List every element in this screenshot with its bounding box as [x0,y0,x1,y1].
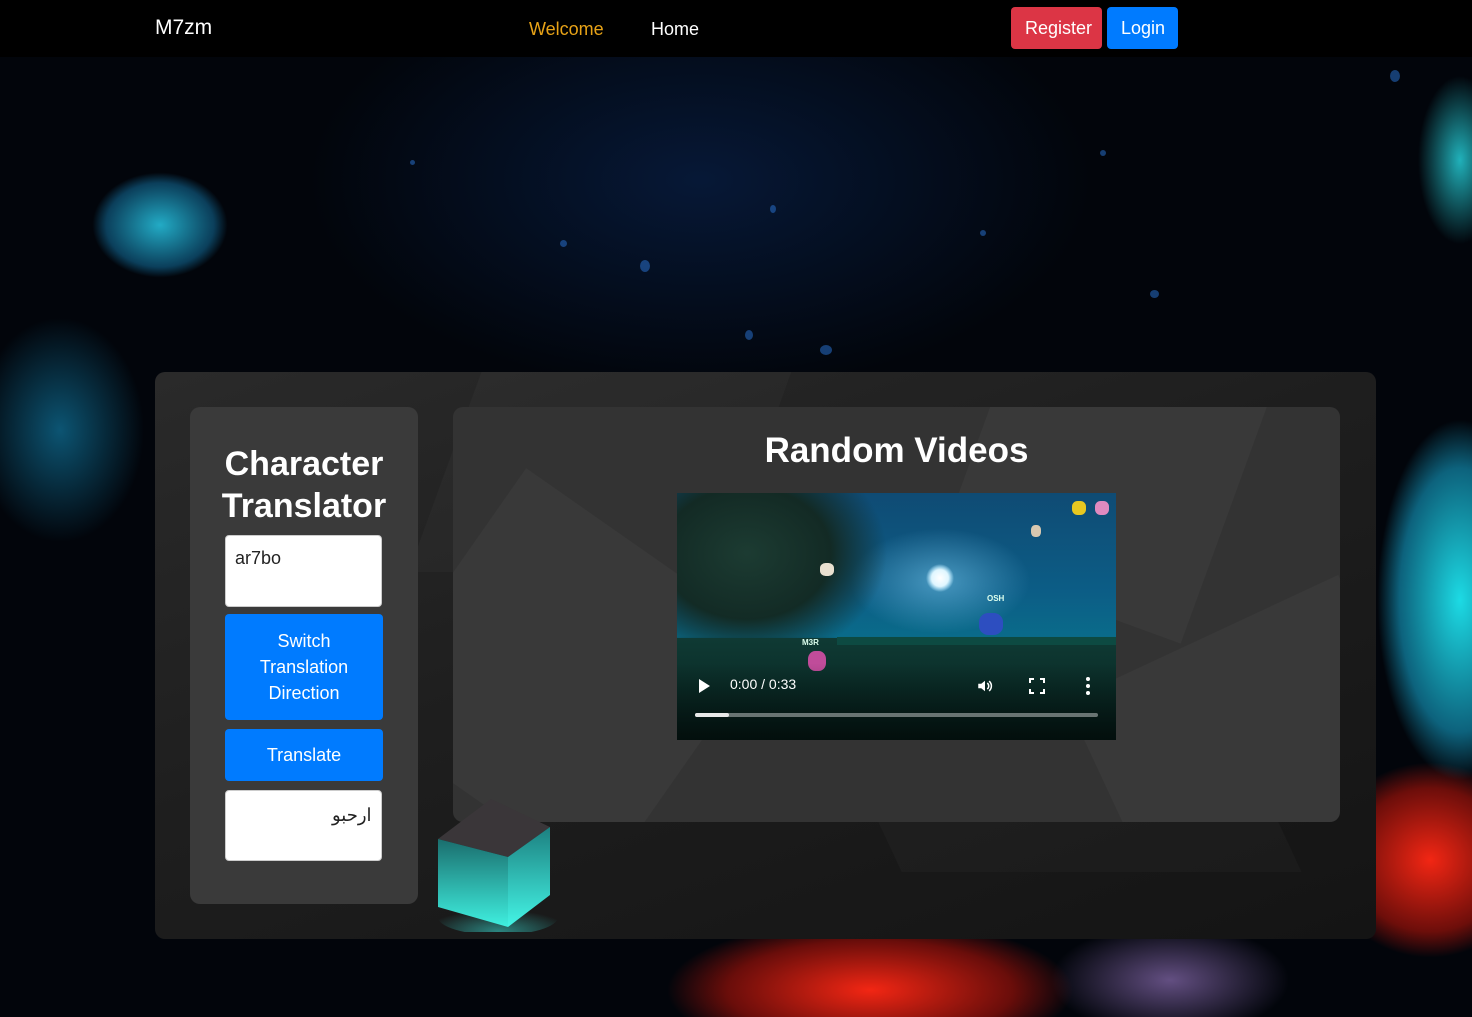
brand-logo[interactable]: M7zm [155,16,212,40]
videos-title: Random Videos [764,431,1029,470]
character-translator-card: Character Translator ar7bo Switch Transl… [190,407,418,904]
translator-title: Character Translator [221,445,387,525]
player-tag-osh: OSH [987,594,1005,603]
main-panel: Character Translator ar7bo Switch Transl… [155,372,1376,939]
switch-direction-button[interactable]: Switch Translation Direction [225,614,383,720]
translator-input[interactable]: ar7bo [225,535,382,607]
login-button[interactable]: Login [1107,7,1178,49]
random-videos-card: Random Videos OSH M3R 0:00 / 0:33 [453,407,1340,822]
translate-button[interactable]: Translate [225,729,383,781]
fullscreen-icon[interactable] [1029,678,1045,694]
cube-decoration [438,799,558,932]
register-button[interactable]: Register [1011,7,1102,49]
video-player[interactable]: OSH M3R 0:00 / 0:33 [677,493,1116,740]
play-icon[interactable] [699,679,710,693]
video-buffered-fill [695,713,730,717]
video-controls: 0:00 / 0:33 [677,663,1116,740]
volume-icon[interactable] [976,677,994,695]
top-navbar: M7zm Welcome Home Register Login [0,0,1472,57]
nav-link-home[interactable]: Home [651,19,699,40]
translator-output[interactable]: ارحبو [225,790,382,861]
more-options-icon[interactable] [1085,676,1091,696]
translator-output-text: ارحبو [332,805,372,825]
nav-link-welcome[interactable]: Welcome [529,19,604,40]
video-time: 0:00 / 0:33 [730,676,797,692]
player-tag-m3r: M3R [802,638,819,647]
video-progress-bar[interactable] [695,713,1098,717]
